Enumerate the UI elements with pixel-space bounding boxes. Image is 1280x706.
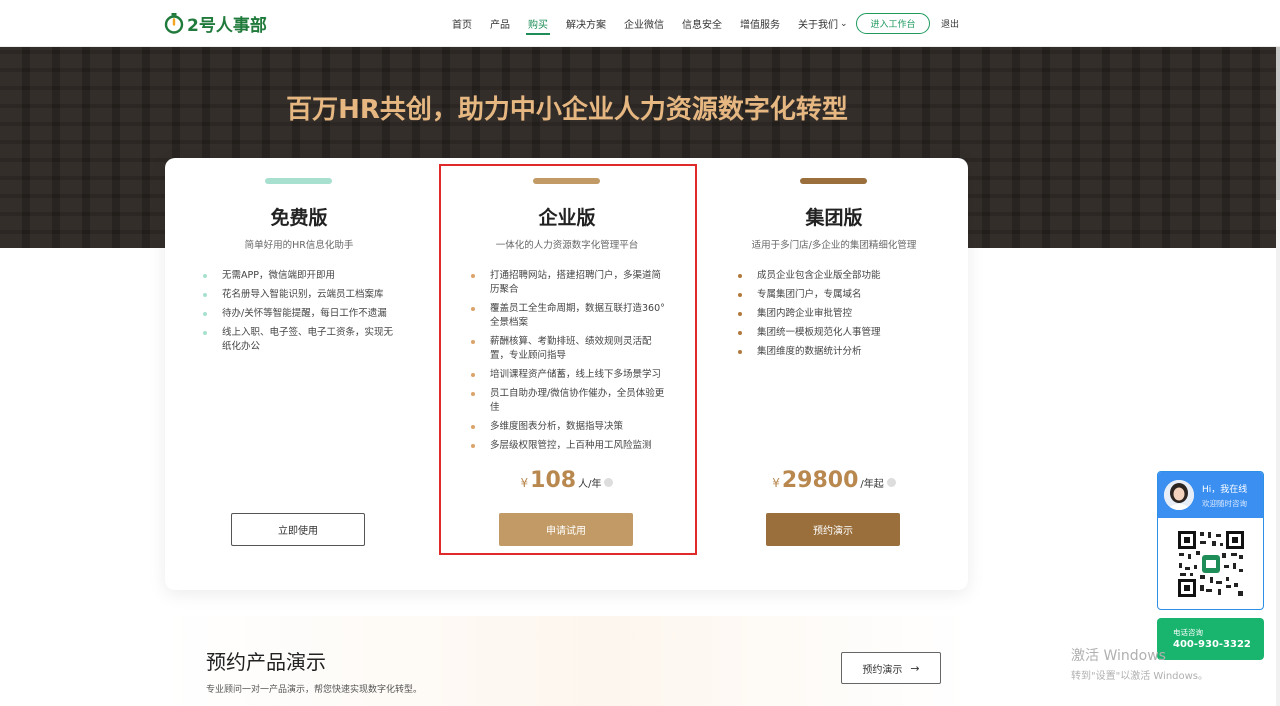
feature-item: 集团内跨企业审批管控: [737, 307, 937, 321]
chat-header[interactable]: Hi，我在线 欢迎随时咨询: [1158, 472, 1263, 518]
nav-solutions[interactable]: 解决方案: [566, 0, 606, 47]
feature-item: 打通招聘网站，搭建招聘门户，多渠道简历聚合: [470, 269, 670, 297]
online-chat-widget[interactable]: Hi，我在线 欢迎随时咨询: [1157, 471, 1264, 610]
demo-button-label: 预约演示: [862, 664, 903, 676]
stopwatch-logo-icon: [164, 13, 184, 34]
nav-buy[interactable]: 购买: [526, 0, 550, 47]
feature-item: 集团维度的数据统计分析: [737, 345, 937, 359]
plan-free: 免费版 简单好用的HR信息化助手 无需APP，微信端即开即用 花名册导入智能识别…: [165, 158, 433, 590]
plan-feature-list: 成员企业包含企业版全部功能 专属集团门户，专属域名 集团内跨企业审批管控 集团统…: [737, 269, 937, 364]
feature-item: 多维度图表分析，数据指导决策: [470, 420, 670, 434]
plan-accent-bar: [800, 178, 867, 184]
plan-price: ¥29800/年起: [700, 468, 968, 493]
plan-subtitle: 简单好用的HR信息化助手: [244, 240, 354, 251]
plan-accent-bar: [265, 178, 332, 184]
pricing-plans-card: 免费版 简单好用的HR信息化助手 无需APP，微信端即开即用 花名册导入智能识别…: [165, 158, 968, 590]
qr-code-icon: [1176, 529, 1246, 599]
nav-security[interactable]: 信息安全: [682, 0, 722, 47]
chevron-down-icon: ⌄: [840, 18, 848, 29]
nav-home[interactable]: 首页: [452, 0, 472, 47]
brand-logo[interactable]: 2号人事部: [163, 10, 267, 36]
plan-name: 集团版: [805, 207, 863, 229]
chat-title: Hi，我在线: [1202, 485, 1248, 495]
plan-price: ¥108 人/年: [433, 468, 701, 493]
brand-name: 2号人事部: [187, 15, 267, 36]
book-demo-button[interactable]: 预约演示: [766, 513, 900, 546]
windows-activation-watermark: 激活 Windows 转到"设置"以激活 Windows。: [1071, 645, 1208, 682]
price-amount: 29800: [781, 468, 859, 493]
price-unit: 人/年: [578, 479, 602, 490]
feature-item: 集团统一模板规范化人事管理: [737, 326, 937, 340]
nav-wecom[interactable]: 企业微信: [624, 0, 664, 47]
price-amount: 108: [530, 468, 577, 493]
nav-products[interactable]: 产品: [490, 0, 510, 47]
feature-item: 多层级权限管控，上百种用工风险监测: [470, 439, 670, 453]
apply-trial-button[interactable]: 申请试用: [499, 513, 633, 546]
feature-item: 培训课程资产储蓄，线上线下多场景学习: [470, 368, 670, 382]
plan-name: 企业版: [538, 207, 596, 229]
plan-feature-list: 打通招聘网站，搭建招聘门户，多渠道简历聚合 覆盖员工全生命周期，数据互联打造36…: [470, 269, 670, 458]
demo-title: 预约产品演示: [206, 650, 326, 674]
plan-enterprise: 企业版 一体化的人力资源数字化管理平台 打通招聘网站，搭建招聘门户，多渠道简历聚…: [433, 158, 701, 590]
price-currency: ¥: [520, 476, 529, 490]
agent-avatar: [1164, 480, 1194, 510]
watermark-subtitle: 转到"设置"以激活 Windows。: [1071, 671, 1209, 682]
price-currency: ¥: [772, 476, 780, 490]
feature-item: 成员企业包含企业版全部功能: [737, 269, 937, 283]
chat-subtitle: 欢迎随时咨询: [1202, 499, 1247, 508]
info-icon[interactable]: [604, 478, 614, 487]
demo-section: 预约产品演示 专业顾问一对一产品演示，帮您快速实现数字化转型。 预约演示 →: [165, 616, 968, 706]
plan-subtitle: 适用于多门店/多企业的集团精细化管理: [751, 240, 917, 251]
feature-item: 薪酬核算、考勤排班、绩效规则灵活配置，专业顾问指导: [470, 335, 670, 363]
phone-label: 电话咨询: [1173, 628, 1203, 637]
feature-item: 线上入职、电子签、电子工资条，实现无纸化办公: [202, 326, 402, 354]
plan-name: 免费版: [270, 207, 328, 229]
plan-subtitle: 一体化的人力资源数字化管理平台: [495, 240, 639, 251]
use-now-button[interactable]: 立即使用: [231, 513, 365, 546]
main-nav: 首页 产品 购买 解决方案 企业微信 信息安全 增值服务 关于我们 ⌄: [452, 0, 866, 47]
nav-about[interactable]: 关于我们 ⌄: [798, 0, 848, 47]
arrow-right-icon: →: [910, 661, 920, 675]
agent-avatar-icon: [1164, 480, 1194, 510]
feature-item: 花名册导入智能识别，云端员工档案库: [202, 288, 402, 302]
feature-item: 员工自助办理/微信协作催办，全员体验更佳: [470, 387, 670, 415]
nav-about-label: 关于我们: [798, 20, 838, 31]
watermark-title: 激活 Windows: [1071, 648, 1166, 664]
top-navbar: 2号人事部 首页 产品 购买 解决方案 企业微信 信息安全 增值服务 关于我们 …: [0, 0, 1280, 47]
plan-group: 集团版 适用于多门店/多企业的集团精细化管理 成员企业包含企业版全部功能 专属集…: [700, 158, 968, 590]
enter-workspace-button[interactable]: 进入工作台: [856, 13, 930, 34]
plan-accent-bar: [533, 178, 600, 184]
info-icon[interactable]: [886, 478, 896, 487]
demo-description: 专业顾问一对一产品演示，帮您快速实现数字化转型。: [206, 685, 423, 695]
demo-booking-button[interactable]: 预约演示 →: [841, 652, 941, 684]
feature-item: 无需APP，微信端即开即用: [202, 269, 402, 283]
nav-value-added[interactable]: 增值服务: [740, 0, 780, 47]
price-unit: /年起: [860, 479, 884, 490]
feature-item: 覆盖员工全生命周期，数据互联打造360°全景档案: [470, 302, 670, 330]
logout-link[interactable]: 退出: [941, 17, 959, 30]
feature-item: 待办/关怀等智能提醒，每日工作不遗漏: [202, 307, 402, 321]
feature-item: 专属集团门户，专属域名: [737, 288, 937, 302]
page-scrollbar[interactable]: [1276, 0, 1280, 706]
plan-feature-list: 无需APP，微信端即开即用 花名册导入智能识别，云端员工档案库 待办/关怀等智能…: [202, 269, 402, 359]
hero-title: 百万HR共创，助力中小企业人力资源数字化转型: [286, 95, 848, 125]
